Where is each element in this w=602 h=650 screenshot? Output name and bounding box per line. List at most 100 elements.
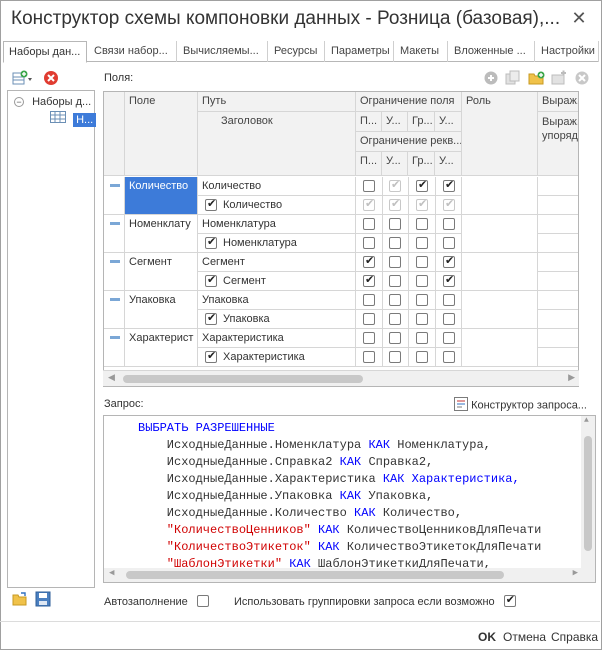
header-r2-1[interactable]: У... [382,152,408,176]
restriction-attr-checkbox[interactable] [389,313,401,325]
add-nested-icon[interactable] [551,70,567,86]
restriction-field-checkbox[interactable] [443,294,455,306]
restriction-attr-checkbox[interactable] [443,273,455,287]
use-grouping-checkbox[interactable] [503,593,516,607]
help-button[interactable]: Справка [551,630,598,644]
restriction-field-checkbox[interactable] [443,218,455,230]
restriction-field-checkbox[interactable] [416,332,428,344]
add-field-icon[interactable] [483,70,499,86]
query-vertical-scrollbar[interactable]: ▲ [581,416,595,582]
tab-parameters[interactable]: Параметры [326,41,394,62]
header-expression-order[interactable]: Выраж... упорядо... [538,112,578,176]
header-r2-0[interactable]: П... [356,152,382,176]
restriction-field-checkbox[interactable] [443,332,455,344]
scroll-up-icon[interactable]: ▲ [584,416,589,425]
header-path[interactable]: Путь [198,92,356,112]
header-r1-2[interactable]: Гр... [408,112,435,132]
field-title-text[interactable]: Упаковка [223,310,270,329]
role-cell[interactable] [462,329,538,367]
restriction-attr-checkbox[interactable] [416,351,428,363]
field-title-text[interactable]: Сегмент [223,272,266,291]
query-hscroll-thumb[interactable] [126,571,504,579]
header-r1-0[interactable]: П... [356,112,382,132]
tree-root-row[interactable]: − Наборы д... [14,93,91,111]
restriction-field-checkbox[interactable] [443,254,455,268]
restriction-attr-checkbox[interactable] [416,197,428,211]
restriction-attr-checkbox[interactable] [443,313,455,325]
expression-cell[interactable] [538,291,578,310]
expression-order-cell[interactable] [538,348,578,367]
field-title-text[interactable]: Количество [223,196,282,215]
header-r1-3[interactable]: У... [435,112,462,132]
field-path-cell[interactable]: Сегмент [198,253,356,272]
restriction-field-checkbox[interactable] [363,294,375,306]
expression-cell[interactable] [538,253,578,272]
autofill-checkbox[interactable] [196,595,209,607]
scroll-left-icon[interactable]: ◀ [108,372,115,383]
field-path-cell[interactable]: Количество [198,177,356,196]
code-scroll-right-icon[interactable]: ▶ [573,568,578,578]
header-field[interactable]: Поле [125,92,198,176]
header-restriction-attr[interactable]: Ограничение рекв... [356,132,462,152]
restriction-attr-checkbox[interactable] [389,197,401,211]
grid-horizontal-scrollbar[interactable]: ◀ ▶ [103,370,579,386]
field-title-text[interactable]: Характеристика [223,348,305,367]
restriction-attr-checkbox[interactable] [416,237,428,249]
restriction-field-checkbox[interactable] [389,178,401,192]
tab-settings[interactable]: Настройки [536,41,599,62]
role-cell[interactable] [462,177,538,215]
restriction-field-checkbox[interactable] [389,294,401,306]
restriction-field-checkbox[interactable] [416,178,428,192]
restriction-field-checkbox[interactable] [363,254,375,268]
restriction-field-checkbox[interactable] [416,294,428,306]
restriction-attr-checkbox[interactable] [443,197,455,211]
header-role[interactable]: Роль [462,92,538,176]
tab-resources[interactable]: Ресурсы [269,41,325,62]
restriction-field-checkbox[interactable] [363,180,375,192]
title-checkbox[interactable] [205,197,217,211]
query-horizontal-scrollbar[interactable]: ◀ ▶ [104,568,582,582]
query-text-editor[interactable]: ВЫБРАТЬ РАЗРЕШЕННЫЕ ИсходныеДанные.Номен… [103,415,596,583]
field-title-text[interactable]: Номенклатура [223,234,297,253]
restriction-attr-checkbox[interactable] [389,351,401,363]
ok-button[interactable]: OK [478,630,496,644]
code-scroll-left-icon[interactable]: ◀ [109,568,114,578]
tab-datasets[interactable]: Наборы дан... [3,41,87,63]
field-path-cell[interactable]: Упаковка [198,291,356,310]
restriction-attr-checkbox[interactable] [416,275,428,287]
copy-field-icon[interactable] [505,70,521,86]
expression-order-cell[interactable] [538,196,578,215]
add-dataset-icon[interactable] [12,70,32,86]
restriction-attr-checkbox[interactable] [363,351,375,363]
field-name-cell[interactable]: Количество [125,177,198,215]
expression-cell[interactable] [538,215,578,234]
restriction-attr-checkbox[interactable] [363,197,375,211]
field-name-cell[interactable]: Сегмент [125,253,198,291]
delete-field-icon[interactable] [574,70,590,86]
tab-nested-schemas[interactable]: Вложенные ... [449,41,535,62]
autofill-option[interactable]: Автозаполнение [104,593,209,608]
open-folder-icon[interactable] [12,591,28,607]
expression-order-cell[interactable] [538,272,578,291]
query-builder-button[interactable]: Конструктор запроса... [454,397,587,414]
restriction-field-checkbox[interactable] [416,256,428,268]
expression-cell[interactable] [538,329,578,348]
scroll-right-icon[interactable]: ▶ [568,372,575,383]
restriction-attr-checkbox[interactable] [363,237,375,249]
close-icon[interactable]: ✕ [571,9,587,27]
header-r2-2[interactable]: Гр... [408,152,435,176]
restriction-field-checkbox[interactable] [389,256,401,268]
restriction-attr-checkbox[interactable] [416,313,428,325]
tab-dataset-links[interactable]: Связи набор... [89,41,177,62]
title-checkbox[interactable] [205,235,217,249]
header-expression[interactable]: Выраж... [538,92,578,112]
tree-child-row[interactable]: Н... [50,111,97,129]
restriction-attr-checkbox[interactable] [389,275,401,287]
field-name-cell[interactable]: Номенклату [125,215,198,253]
restriction-field-checkbox[interactable] [389,218,401,230]
field-name-cell[interactable]: Упаковка [125,291,198,329]
restriction-attr-checkbox[interactable] [363,273,375,287]
restriction-field-checkbox[interactable] [363,218,375,230]
restriction-attr-checkbox[interactable] [443,351,455,363]
grid-scroll-thumb[interactable] [123,375,363,383]
